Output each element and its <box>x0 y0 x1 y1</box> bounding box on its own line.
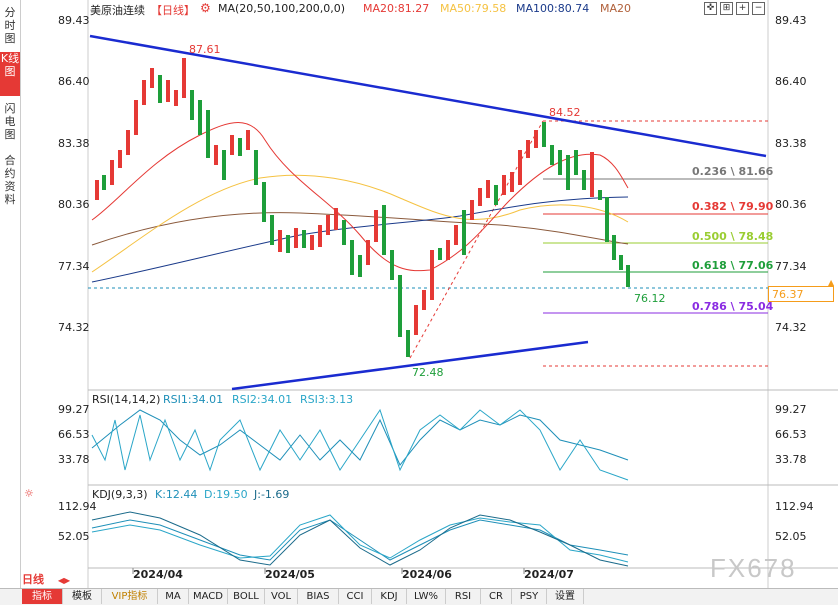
rsi2-value: RSI2:34.01 <box>232 393 293 406</box>
kdj-axis-left-0: 112.94 <box>58 500 97 513</box>
left-axis-label-3: 80.36 <box>58 198 90 211</box>
period-selector[interactable]: 日线 ◀▶ <box>22 571 78 586</box>
rsi-axis-left-0: 99.27 <box>58 403 90 416</box>
high-label: 87.61 <box>189 43 221 56</box>
rsi-axis-left-2: 33.78 <box>58 453 90 466</box>
right-axis-label-1: 86.40 <box>775 75 807 88</box>
kdj-d-value: D:19.50 <box>204 488 248 501</box>
kdj-axis-left-1: 52.05 <box>58 530 90 543</box>
rsi1-value: RSI1:34.01 <box>163 393 224 406</box>
left-axis-label-4: 77.34 <box>58 260 90 273</box>
date-label-2: 2024/06 <box>402 568 452 581</box>
tab-vol[interactable]: VOL <box>265 589 298 604</box>
kdj-settings-icon[interactable]: ☼ <box>24 487 34 500</box>
left-axis-label-0: 89.43 <box>58 14 90 27</box>
tab-boll[interactable]: BOLL <box>228 589 265 604</box>
tab-cr[interactable]: CR <box>481 589 512 604</box>
right-axis-label-3: 80.36 <box>775 198 807 211</box>
kdj-k-value: K:12.44 <box>155 488 198 501</box>
fib-0382-label: 0.382 \ 79.90 <box>692 200 774 213</box>
last-low-label: 76.12 <box>634 292 666 305</box>
indicator-toolbar: 指标 模板 VIP指标 MA MACD BOLL VOL BIAS CCI KD… <box>0 588 838 605</box>
date-label-1: 2024/05 <box>265 568 315 581</box>
fib-0236-label: 0.236 \ 81.66 <box>692 165 774 178</box>
candles <box>95 58 630 357</box>
fib-0500-label: 0.500 \ 78.48 <box>692 230 774 243</box>
rsi-axis-right-0: 99.27 <box>775 403 807 416</box>
next-arrow-icon[interactable]: ▶ <box>64 576 70 585</box>
date-label-3: 2024/07 <box>524 568 574 581</box>
kdj-lines <box>91 511 629 567</box>
rsi-title: RSI(14,14,2) <box>92 393 161 406</box>
tab-psy[interactable]: PSY <box>512 589 547 604</box>
rsi-axis-left-1: 66.53 <box>58 428 90 441</box>
kdj-title: KDJ(9,3,3) <box>92 488 148 501</box>
tab-lw[interactable]: LW% <box>407 589 446 604</box>
left-axis-label-5: 74.32 <box>58 321 90 334</box>
tab-settings[interactable]: 设置 <box>547 589 584 604</box>
tab-bias[interactable]: BIAS <box>298 589 339 604</box>
tab-macd[interactable]: MACD <box>189 589 228 604</box>
tab-rsi[interactable]: RSI <box>446 589 481 604</box>
rsi-axis-right-2: 33.78 <box>775 453 807 466</box>
right-axis-label-2: 83.38 <box>775 137 807 150</box>
right-axis-label-5: 74.32 <box>775 321 807 334</box>
tab-kdj[interactable]: KDJ <box>372 589 407 604</box>
rsi-lines <box>91 408 629 481</box>
rsi-axis-right-1: 66.53 <box>775 428 807 441</box>
kdj-axis-right-1: 52.05 <box>775 530 807 543</box>
swing-high-label: 84.52 <box>549 106 581 119</box>
tab-vip-indicators[interactable]: VIP指标 <box>102 589 158 604</box>
tab-ma[interactable]: MA <box>158 589 189 604</box>
left-axis-label-1: 86.40 <box>58 75 90 88</box>
watermark-logo: FX678 <box>710 553 797 583</box>
rsi3-value: RSI3:3.13 <box>300 393 354 406</box>
period-selector-label: 日线 <box>22 573 44 586</box>
right-axis-label-0: 89.43 <box>775 14 807 27</box>
low-label: 72.48 <box>412 366 444 379</box>
right-axis-label-4: 77.34 <box>775 260 807 273</box>
current-price-badge: 76.37 <box>768 286 834 302</box>
tab-templates[interactable]: 模板 <box>63 589 102 604</box>
left-axis-label-2: 83.38 <box>58 137 90 150</box>
price-marker-icon: ▲ <box>828 278 835 287</box>
fib-0618-label: 0.618 \ 77.06 <box>692 259 774 272</box>
tab-cci[interactable]: CCI <box>339 589 372 604</box>
tab-indicators[interactable]: 指标 <box>22 589 63 604</box>
kdj-axis-right-0: 112.94 <box>775 500 814 513</box>
kdj-j-value: J:-1.69 <box>254 488 290 501</box>
fib-0786-label: 0.786 \ 75.04 <box>692 300 774 313</box>
date-label-0: 2024/04 <box>133 568 183 581</box>
